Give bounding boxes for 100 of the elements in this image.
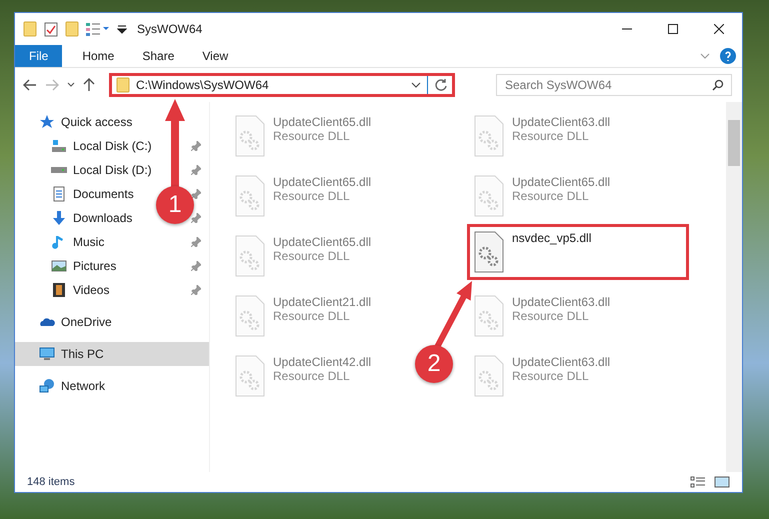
large-icons-view-icon[interactable] xyxy=(714,476,730,488)
file-item[interactable]: UpdateClient65.dll Resource DLL xyxy=(474,175,610,217)
file-item[interactable]: nsvdec_vp5.dll xyxy=(467,224,689,280)
chevron-down-icon[interactable] xyxy=(411,82,421,88)
vertical-scrollbar[interactable] xyxy=(726,102,742,472)
sidebar-label: Music xyxy=(73,235,104,249)
forward-arrow-icon xyxy=(45,79,59,91)
ribbon-tab[interactable]: Share xyxy=(128,45,188,67)
sidebar-item[interactable]: Local Disk (D:) xyxy=(51,158,156,182)
dll-file-icon xyxy=(235,115,265,157)
file-type: Resource DLL xyxy=(512,129,590,143)
sidebar-label: OneDrive xyxy=(61,315,113,329)
file-name: UpdateClient65.dll xyxy=(512,175,610,189)
address-path: C:\Windows\SysWOW64 xyxy=(136,78,270,92)
file-name: UpdateClient65.dll xyxy=(273,175,372,189)
details-view-icon[interactable] xyxy=(690,476,706,488)
chevron-down-icon xyxy=(67,82,75,88)
sidebar-item[interactable]: Videos xyxy=(51,278,114,302)
ribbon-tab[interactable]: Home xyxy=(68,45,128,67)
file-item[interactable]: UpdateClient63.dll Resource DLL xyxy=(474,115,610,157)
file-item[interactable]: UpdateClient65.dll Resource DLL xyxy=(235,235,372,277)
sidebar-label: Local Disk (D:) xyxy=(73,163,152,177)
sidebar-label: Network xyxy=(61,379,106,393)
download-arrow-icon xyxy=(51,210,67,226)
sidebar-item[interactable]: Documents xyxy=(51,182,138,206)
file-type: Resource DLL xyxy=(273,189,351,203)
file-item[interactable]: UpdateClient65.dll Resource DLL xyxy=(235,175,372,217)
sidebar-label: Local Disk (C:) xyxy=(73,139,152,153)
pin-icon[interactable] xyxy=(191,165,201,175)
pin-icon[interactable] xyxy=(191,261,201,271)
file-name: UpdateClient21.dll xyxy=(273,295,372,309)
dll-file-icon xyxy=(474,295,504,337)
search-icon xyxy=(712,79,724,91)
pin-icon[interactable] xyxy=(191,237,201,247)
expand-ribbon-icon[interactable] xyxy=(700,53,710,59)
maximize-icon xyxy=(668,24,678,34)
folder-icon xyxy=(116,77,130,93)
address-bar[interactable]: C:\Windows\SysWOW64 xyxy=(109,73,455,97)
file-name: UpdateClient65.dll xyxy=(273,235,372,249)
sidebar-item[interactable]: Downloads xyxy=(51,206,136,230)
sidebar-item[interactable]: This PC xyxy=(15,342,209,366)
ribbon-tab[interactable]: File xyxy=(15,45,62,67)
close-icon xyxy=(714,24,724,34)
dll-file-icon xyxy=(474,231,504,273)
pin-icon[interactable] xyxy=(191,141,201,151)
file-name: nsvdec_vp5.dll xyxy=(512,231,592,245)
file-type: Resource DLL xyxy=(273,129,351,143)
picture-icon xyxy=(51,258,67,274)
window-title: SysWOW64 xyxy=(137,22,202,36)
file-item[interactable]: UpdateClient63.dll Resource DLL xyxy=(474,355,610,397)
dll-file-icon xyxy=(235,175,265,217)
properties-icon[interactable] xyxy=(43,21,59,37)
file-item[interactable]: UpdateClient42.dll Resource DLL xyxy=(235,355,372,397)
customize-arrow-icon[interactable] xyxy=(117,24,127,34)
file-name: UpdateClient63.dll xyxy=(512,115,610,129)
ribbon-tab[interactable]: View xyxy=(188,45,242,67)
file-type: Resource DLL xyxy=(273,369,351,383)
sidebar-item[interactable]: Quick access xyxy=(15,110,209,134)
dll-file-icon xyxy=(474,115,504,157)
sidebar-label: Pictures xyxy=(73,259,116,273)
file-item[interactable]: UpdateClient21.dll Resource DLL xyxy=(235,295,372,337)
folder-icon xyxy=(23,21,37,37)
sidebar-label: Documents xyxy=(73,187,134,201)
new-folder-icon xyxy=(65,21,79,37)
file-name: UpdateClient42.dll xyxy=(273,355,372,369)
pin-icon[interactable] xyxy=(191,213,201,223)
up-button[interactable] xyxy=(81,76,97,94)
view-options-icon[interactable] xyxy=(85,21,111,37)
back-button[interactable] xyxy=(21,77,39,93)
file-type: Resource DLL xyxy=(512,369,590,383)
film-icon xyxy=(51,282,67,298)
file-type: Resource DLL xyxy=(273,309,351,323)
file-name: UpdateClient65.dll xyxy=(273,115,372,129)
network-icon xyxy=(39,378,55,394)
file-type: Resource DLL xyxy=(273,249,351,263)
file-item[interactable]: UpdateClient65.dll Resource DLL xyxy=(235,115,372,157)
sidebar-item[interactable]: Music xyxy=(51,230,108,254)
sidebar-label: Videos xyxy=(73,283,110,297)
sidebar-item[interactable]: Local Disk (C:) xyxy=(51,134,156,158)
file-name: UpdateClient63.dll xyxy=(512,355,610,369)
pin-icon[interactable] xyxy=(191,189,201,199)
back-arrow-icon xyxy=(23,79,37,91)
dll-file-icon xyxy=(235,235,265,277)
sidebar-item[interactable]: Network xyxy=(15,374,209,398)
dll-file-icon xyxy=(235,355,265,397)
search-field[interactable]: Search SysWOW64 xyxy=(496,74,732,96)
dll-file-icon xyxy=(474,175,504,217)
help-icon[interactable] xyxy=(720,48,736,64)
star-icon xyxy=(39,114,55,130)
pin-icon[interactable] xyxy=(191,285,201,295)
sidebar-item[interactable]: Pictures xyxy=(51,254,120,278)
sidebar-label: This PC xyxy=(61,347,105,361)
file-type: Resource DLL xyxy=(512,309,590,323)
scrollbar-thumb[interactable] xyxy=(728,120,740,166)
sidebar-label: Downloads xyxy=(73,211,132,225)
refresh-icon[interactable] xyxy=(434,78,448,92)
sidebar-item[interactable]: OneDrive xyxy=(15,310,209,334)
up-arrow-icon xyxy=(83,78,95,92)
file-item[interactable]: UpdateClient63.dll Resource DLL xyxy=(474,295,610,337)
computer-icon xyxy=(39,346,55,362)
